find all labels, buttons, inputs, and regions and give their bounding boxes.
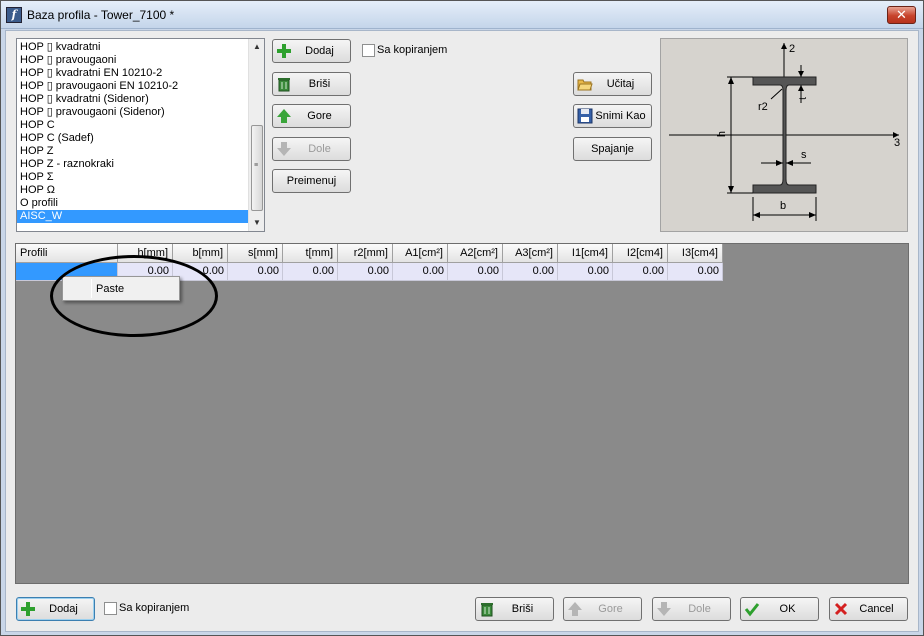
list-item[interactable]: HOP Z <box>17 145 248 158</box>
column-header[interactable]: A2[cm²] <box>448 244 503 263</box>
grid-cell[interactable]: 0.00 <box>228 263 283 281</box>
cancel-button-label: Cancel <box>859 603 894 615</box>
column-header[interactable]: I1[cm4] <box>558 244 613 263</box>
grid-cell[interactable]: 0.00 <box>393 263 448 281</box>
ok-button[interactable]: OK <box>740 597 819 621</box>
column-header[interactable]: t[mm] <box>283 244 338 263</box>
list-item[interactable]: HOP ▯ kvadratni EN 10210-2 <box>17 67 248 80</box>
delete-button-label: Briši <box>308 78 331 90</box>
column-header[interactable]: r2[mm] <box>338 244 393 263</box>
rename-button-label: Preimenuj <box>286 175 337 187</box>
profile-list-items: HOP ▯ kvadratni HOP ▯ pravougaoni HOP ▯ kv… <box>17 41 248 223</box>
bottom-up-button[interactable]: Gore <box>563 597 642 621</box>
s-label: s <box>801 149 807 161</box>
dialog-body: HOP ▯ kvadratni HOP ▯ pravougaoni HOP ▯ kv… <box>5 30 919 632</box>
list-item[interactable]: HOP ▯ pravougaoni EN 10210-2 <box>17 80 248 93</box>
cancel-button[interactable]: Cancel <box>829 597 908 621</box>
down-button[interactable]: Dole <box>272 137 351 161</box>
grid-cell[interactable]: 0.00 <box>448 263 503 281</box>
profile-diagram: 2 3 r2 t h s b <box>660 38 908 232</box>
column-header[interactable]: A3[cm²] <box>503 244 558 263</box>
grid-cell[interactable]: 0.00 <box>558 263 613 281</box>
scroll-thumb[interactable]: ≡ <box>251 125 263 211</box>
list-item[interactable]: HOP ▯ kvadratni <box>17 41 248 54</box>
grip-icon: ≡ <box>254 162 259 169</box>
axis-2-label: 2 <box>789 43 796 55</box>
bottom-delete-button-label: Briši <box>511 603 534 615</box>
r2-label: r2 <box>758 101 768 113</box>
copy-checkbox[interactable] <box>362 44 375 57</box>
list-item[interactable]: HOP ▯ kvadratni (Sidenor) <box>17 93 248 106</box>
load-button[interactable]: Učitaj <box>573 72 652 96</box>
title-bar[interactable]: f Baza profila - Tower_7100 * ✕ <box>1 1 923 29</box>
column-header[interactable]: I3[cm4] <box>668 244 723 263</box>
up-button-label: Gore <box>307 110 332 122</box>
grid-cell[interactable]: 0.00 <box>338 263 393 281</box>
list-scrollbar[interactable]: ▲ ≡ ▼ <box>248 39 264 231</box>
list-item[interactable]: O profili <box>17 197 248 210</box>
up-button[interactable]: Gore <box>272 104 351 128</box>
profile-database-window: f Baza profila - Tower_7100 * ✕ HOP ▯ kv… <box>0 0 924 636</box>
list-item[interactable]: HOP Σ <box>17 171 248 184</box>
list-item[interactable]: AISC_W <box>17 210 248 223</box>
list-item[interactable]: HOP ▯ pravougaoni <box>17 54 248 67</box>
merge-button[interactable]: Spajanje <box>573 137 652 161</box>
save-as-button-label: Snimi Kao <box>595 110 646 122</box>
close-button[interactable]: ✕ <box>887 6 916 24</box>
rename-button[interactable]: Preimenuj <box>272 169 351 193</box>
down-button-label: Dole <box>308 143 331 155</box>
scroll-down-icon[interactable]: ▼ <box>249 215 264 231</box>
ok-button-label: OK <box>779 603 796 615</box>
scroll-up-icon[interactable]: ▲ <box>249 39 264 55</box>
h-label: h <box>716 130 729 138</box>
app-icon: f <box>6 7 22 23</box>
list-item[interactable]: HOP ▯ pravougaoni (Sidenor) <box>17 106 248 119</box>
bottom-up-button-label: Gore <box>598 603 623 615</box>
axis-3-label: 3 <box>894 137 901 149</box>
list-item[interactable]: HOP C <box>17 119 248 132</box>
t-label: t <box>797 97 809 100</box>
list-item[interactable]: HOP Ω <box>17 184 248 197</box>
load-button-label: Učitaj <box>606 78 635 90</box>
column-header[interactable]: A1[cm²] <box>393 244 448 263</box>
bottom-add-button[interactable]: Dodaj <box>16 597 95 621</box>
copy-checkbox-label: Sa kopiranjem <box>377 44 448 56</box>
bottom-copy-checkbox[interactable] <box>104 602 117 615</box>
bottom-down-button-label: Dole <box>688 603 711 615</box>
column-header[interactable]: I2[cm4] <box>613 244 668 263</box>
bottom-add-button-label: Dodaj <box>49 603 78 615</box>
grid-cell[interactable]: 0.00 <box>668 263 723 281</box>
grid-cell[interactable]: 0.00 <box>503 263 558 281</box>
column-header[interactable]: b[mm] <box>173 244 228 263</box>
profile-list[interactable]: HOP ▯ kvadratni HOP ▯ pravougaoni HOP ▯ kv… <box>16 38 265 232</box>
bottom-copy-checkbox-label: Sa kopiranjem <box>119 602 190 614</box>
bottom-down-button[interactable]: Dole <box>652 597 731 621</box>
save-as-button[interactable]: Snimi Kao <box>573 104 652 128</box>
column-header[interactable]: s[mm] <box>228 244 283 263</box>
highlight-ellipse <box>50 255 218 337</box>
list-item[interactable]: HOP Z - raznokraki <box>17 158 248 171</box>
window-title: Baza profila - Tower_7100 * <box>27 8 175 22</box>
merge-button-label: Spajanje <box>591 143 634 155</box>
grid-cell[interactable]: 0.00 <box>613 263 668 281</box>
list-item[interactable]: HOP C (Sadef) <box>17 132 248 145</box>
b-label: b <box>780 200 787 212</box>
add-button-label: Dodaj <box>305 45 334 57</box>
grid-cell[interactable]: 0.00 <box>283 263 338 281</box>
delete-button[interactable]: Briši <box>272 72 351 96</box>
add-button[interactable]: Dodaj <box>272 39 351 63</box>
bottom-delete-button[interactable]: Briši <box>475 597 554 621</box>
